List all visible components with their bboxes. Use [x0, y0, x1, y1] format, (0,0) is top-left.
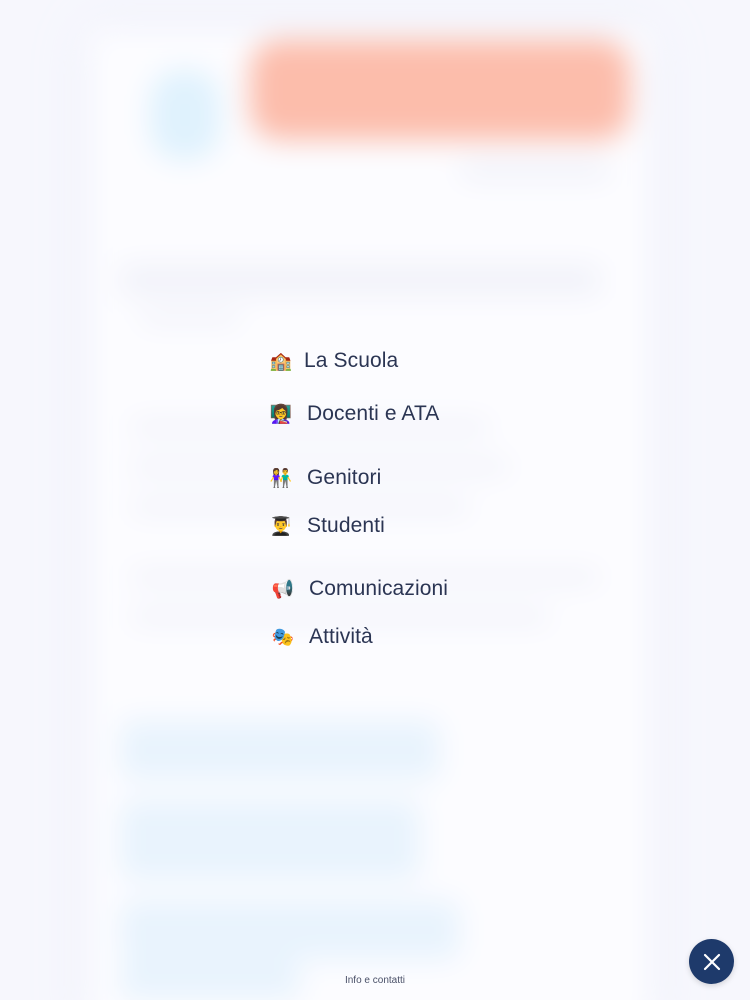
- megaphone-icon: 📢: [271, 579, 295, 599]
- menu-item-la-scuola[interactable]: 🏫 La Scuola: [268, 348, 398, 374]
- info-contacts-link[interactable]: Info e contatti: [0, 975, 750, 986]
- menu-item-studenti[interactable]: 👨‍🎓 Studenti: [268, 513, 385, 539]
- menu-item-label: Studenti: [307, 514, 385, 537]
- close-menu-button[interactable]: [689, 939, 734, 984]
- menu-item-comunicazioni[interactable]: 📢 Comunicazioni: [270, 576, 448, 602]
- menu-item-genitori[interactable]: 👫 Genitori: [268, 465, 381, 491]
- menu-item-label: Genitori: [307, 466, 382, 489]
- student-icon: 👨‍🎓: [269, 516, 293, 536]
- school-icon: 🏫: [269, 351, 293, 371]
- menu-item-label: Docenti e ATA: [307, 402, 440, 425]
- menu-item-attivita[interactable]: 🎭 Attività: [270, 624, 373, 650]
- menu-item-label: Attività: [309, 625, 373, 648]
- menu-item-label: La Scuola: [304, 349, 399, 372]
- close-icon: [703, 953, 720, 970]
- menu-item-docenti-ata[interactable]: 👩‍🏫 Docenti e ATA: [268, 401, 440, 427]
- parents-icon: 👫: [269, 468, 293, 488]
- teacher-icon: 👩‍🏫: [269, 404, 293, 424]
- menu-overlay: [0, 0, 750, 1000]
- theater-masks-icon: 🎭: [271, 627, 295, 647]
- menu-item-label: Comunicazioni: [309, 577, 449, 600]
